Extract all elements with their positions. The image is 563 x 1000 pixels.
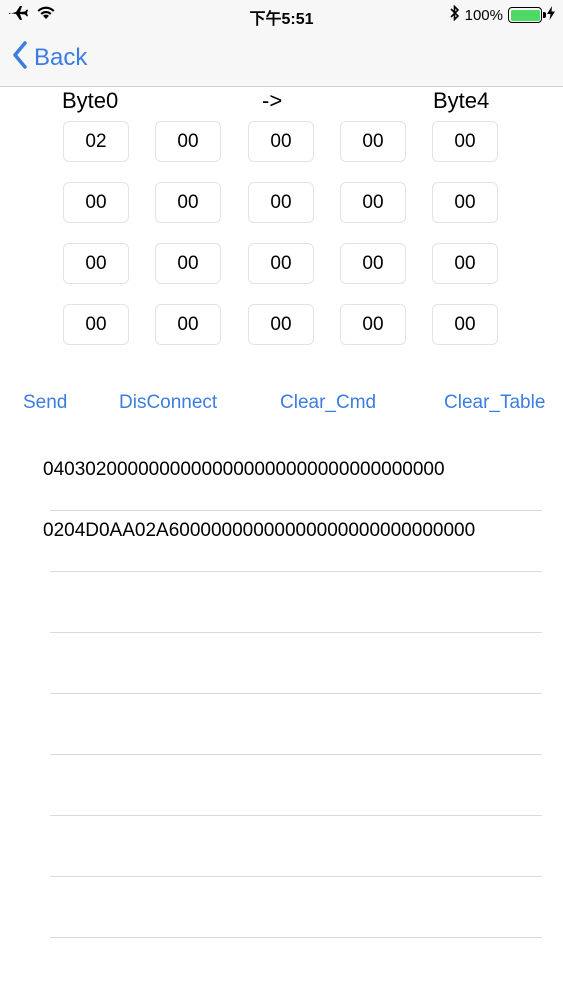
- clear-table-button[interactable]: Clear_Table: [444, 392, 545, 418]
- byte-cell[interactable]: [63, 182, 129, 223]
- byte-cell[interactable]: [63, 121, 129, 162]
- status-bar: 下午5:51 100%: [0, 0, 563, 30]
- row-text: 04030200000000000000000000000000000000: [43, 459, 445, 480]
- battery-icon: [508, 7, 546, 23]
- byte-cell[interactable]: [340, 121, 406, 162]
- byte-cell[interactable]: [155, 304, 221, 345]
- byte-cell[interactable]: [340, 304, 406, 345]
- byte-cell[interactable]: [248, 121, 314, 162]
- battery-tip: [543, 12, 546, 18]
- table-row[interactable]: [0, 816, 563, 877]
- byte-cell[interactable]: [248, 182, 314, 223]
- table-row[interactable]: 0204D0AA02A60000000000000000000000000000: [0, 511, 563, 572]
- navigation-bar: Back: [0, 30, 563, 87]
- byte-cell[interactable]: [432, 243, 498, 284]
- disconnect-button[interactable]: DisConnect: [119, 392, 217, 418]
- table-row[interactable]: [0, 572, 563, 633]
- table-row[interactable]: [0, 633, 563, 694]
- battery-level: [510, 9, 540, 21]
- chevron-left-icon: [12, 40, 28, 76]
- battery-percent: 100%: [464, 6, 503, 24]
- byte-cell[interactable]: [155, 243, 221, 284]
- table-row[interactable]: [0, 877, 563, 938]
- byte-cell[interactable]: [63, 243, 129, 284]
- byte-cell[interactable]: [340, 243, 406, 284]
- byte-cell[interactable]: [432, 182, 498, 223]
- byte-end-label: Byte4: [433, 88, 490, 113]
- byte-cell[interactable]: [340, 182, 406, 223]
- row-divider: [50, 937, 542, 938]
- status-right: 100%: [450, 4, 555, 26]
- clear-cmd-button[interactable]: Clear_Cmd: [280, 392, 376, 418]
- byte-cell[interactable]: [432, 304, 498, 345]
- table-row[interactable]: [0, 755, 563, 816]
- byte-start-label: Byte0: [62, 88, 119, 113]
- byte-cell[interactable]: [155, 121, 221, 162]
- byte-arrow-label: ->: [262, 88, 283, 113]
- byte-cell[interactable]: [63, 304, 129, 345]
- bluetooth-icon: [450, 4, 460, 25]
- byte-cell[interactable]: [248, 243, 314, 284]
- send-button[interactable]: Send: [23, 392, 67, 418]
- charging-icon: [547, 6, 555, 24]
- byte-cell[interactable]: [248, 304, 314, 345]
- back-label: Back: [34, 44, 88, 71]
- row-text: 0204D0AA02A60000000000000000000000000000: [43, 520, 476, 541]
- byte-cell[interactable]: [155, 182, 221, 223]
- table-row[interactable]: 04030200000000000000000000000000000000: [0, 450, 563, 511]
- back-button[interactable]: Back: [12, 40, 88, 76]
- byte-cell[interactable]: [432, 121, 498, 162]
- table-row[interactable]: [0, 694, 563, 755]
